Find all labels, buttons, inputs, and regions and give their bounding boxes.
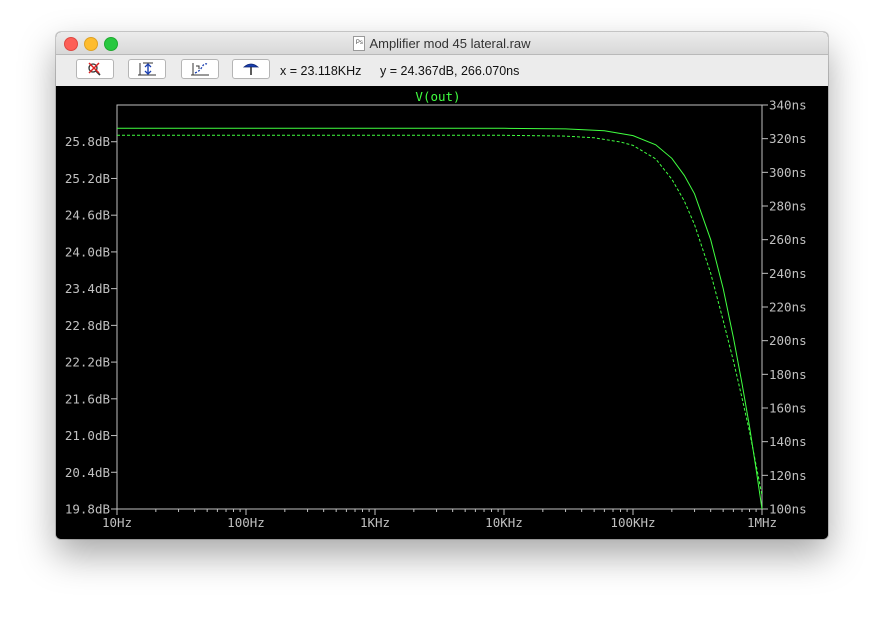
y-right-tick-label: 300ns [769, 165, 807, 180]
x-tick-label: 100Hz [227, 515, 265, 530]
y-left-tick-label: 25.2dB [65, 171, 110, 186]
x-tick-label: 10KHz [485, 515, 523, 530]
window-title: Amplifier mod 45 lateral.raw [369, 35, 531, 51]
y-left-tick-label: 22.2dB [65, 355, 110, 370]
toolbar: x = 23.118KHz y = 24.367dB, 266.070ns [56, 55, 828, 87]
y-right-tick-label: 240ns [769, 266, 807, 281]
y-right-tick-label: 280ns [769, 199, 807, 214]
x-tick-label: 100KHz [610, 515, 655, 530]
autoscale-y-icon [138, 62, 156, 76]
probe-button[interactable] [232, 59, 270, 79]
waveform-window: Ps Amplifier mod 45 lateral.raw x = 23.1… [56, 32, 828, 539]
cursor-x-readout: x = 23.118KHz [280, 64, 362, 78]
y-left-tick-label: 23.4dB [65, 281, 110, 296]
plot-background [56, 86, 828, 539]
window-title-group: Ps Amplifier mod 45 lateral.raw [56, 35, 828, 51]
y-right-tick-label: 140ns [769, 434, 807, 449]
autoscale-x-icon [191, 63, 209, 76]
y-left-tick-label: 21.6dB [65, 391, 110, 406]
y-right-tick-label: 320ns [769, 131, 807, 146]
y-left-tick-label: 21.0dB [65, 428, 110, 443]
y-right-tick-label: 220ns [769, 300, 807, 315]
y-left-tick-label: 24.0dB [65, 244, 110, 259]
cursor-y-readout: y = 24.367dB, 266.070ns [380, 64, 520, 78]
y-right-tick-label: 340ns [769, 98, 807, 113]
y-left-tick-label: 25.8dB [65, 134, 110, 149]
x-tick-label: 1MHz [747, 515, 777, 530]
magnifier-cancel-icon [88, 62, 101, 76]
y-left-tick-label: 22.8dB [65, 318, 110, 333]
y-left-tick-label: 24.6dB [65, 208, 110, 223]
autoscale-y-button[interactable] [128, 59, 166, 79]
x-tick-label: 1KHz [360, 515, 390, 530]
y-right-tick-label: 180ns [769, 367, 807, 382]
y-right-tick-label: 120ns [769, 468, 807, 483]
y-left-tick-label: 20.4dB [65, 465, 110, 480]
title-bar: Ps Amplifier mod 45 lateral.raw [56, 32, 828, 55]
no-autoscale-button[interactable] [76, 59, 114, 79]
x-tick-label: 10Hz [102, 515, 132, 530]
y-right-tick-label: 200ns [769, 333, 807, 348]
y-right-tick-label: 260ns [769, 232, 807, 247]
probe-icon [242, 63, 260, 75]
document-icon: Ps [353, 35, 366, 51]
plot-pane[interactable]: V(out) 19.8dB 20.4dB 21.0dB 21.6dB 22.2dB 22.… [56, 86, 828, 539]
autoscale-x-button[interactable] [181, 59, 219, 79]
y-right-tick-label: 160ns [769, 401, 807, 416]
waveform-plot: V(out) 19.8dB20.4dB21.0dB21.6dB22.2dB22.… [56, 86, 828, 539]
trace-title[interactable]: V(out) [415, 89, 460, 104]
